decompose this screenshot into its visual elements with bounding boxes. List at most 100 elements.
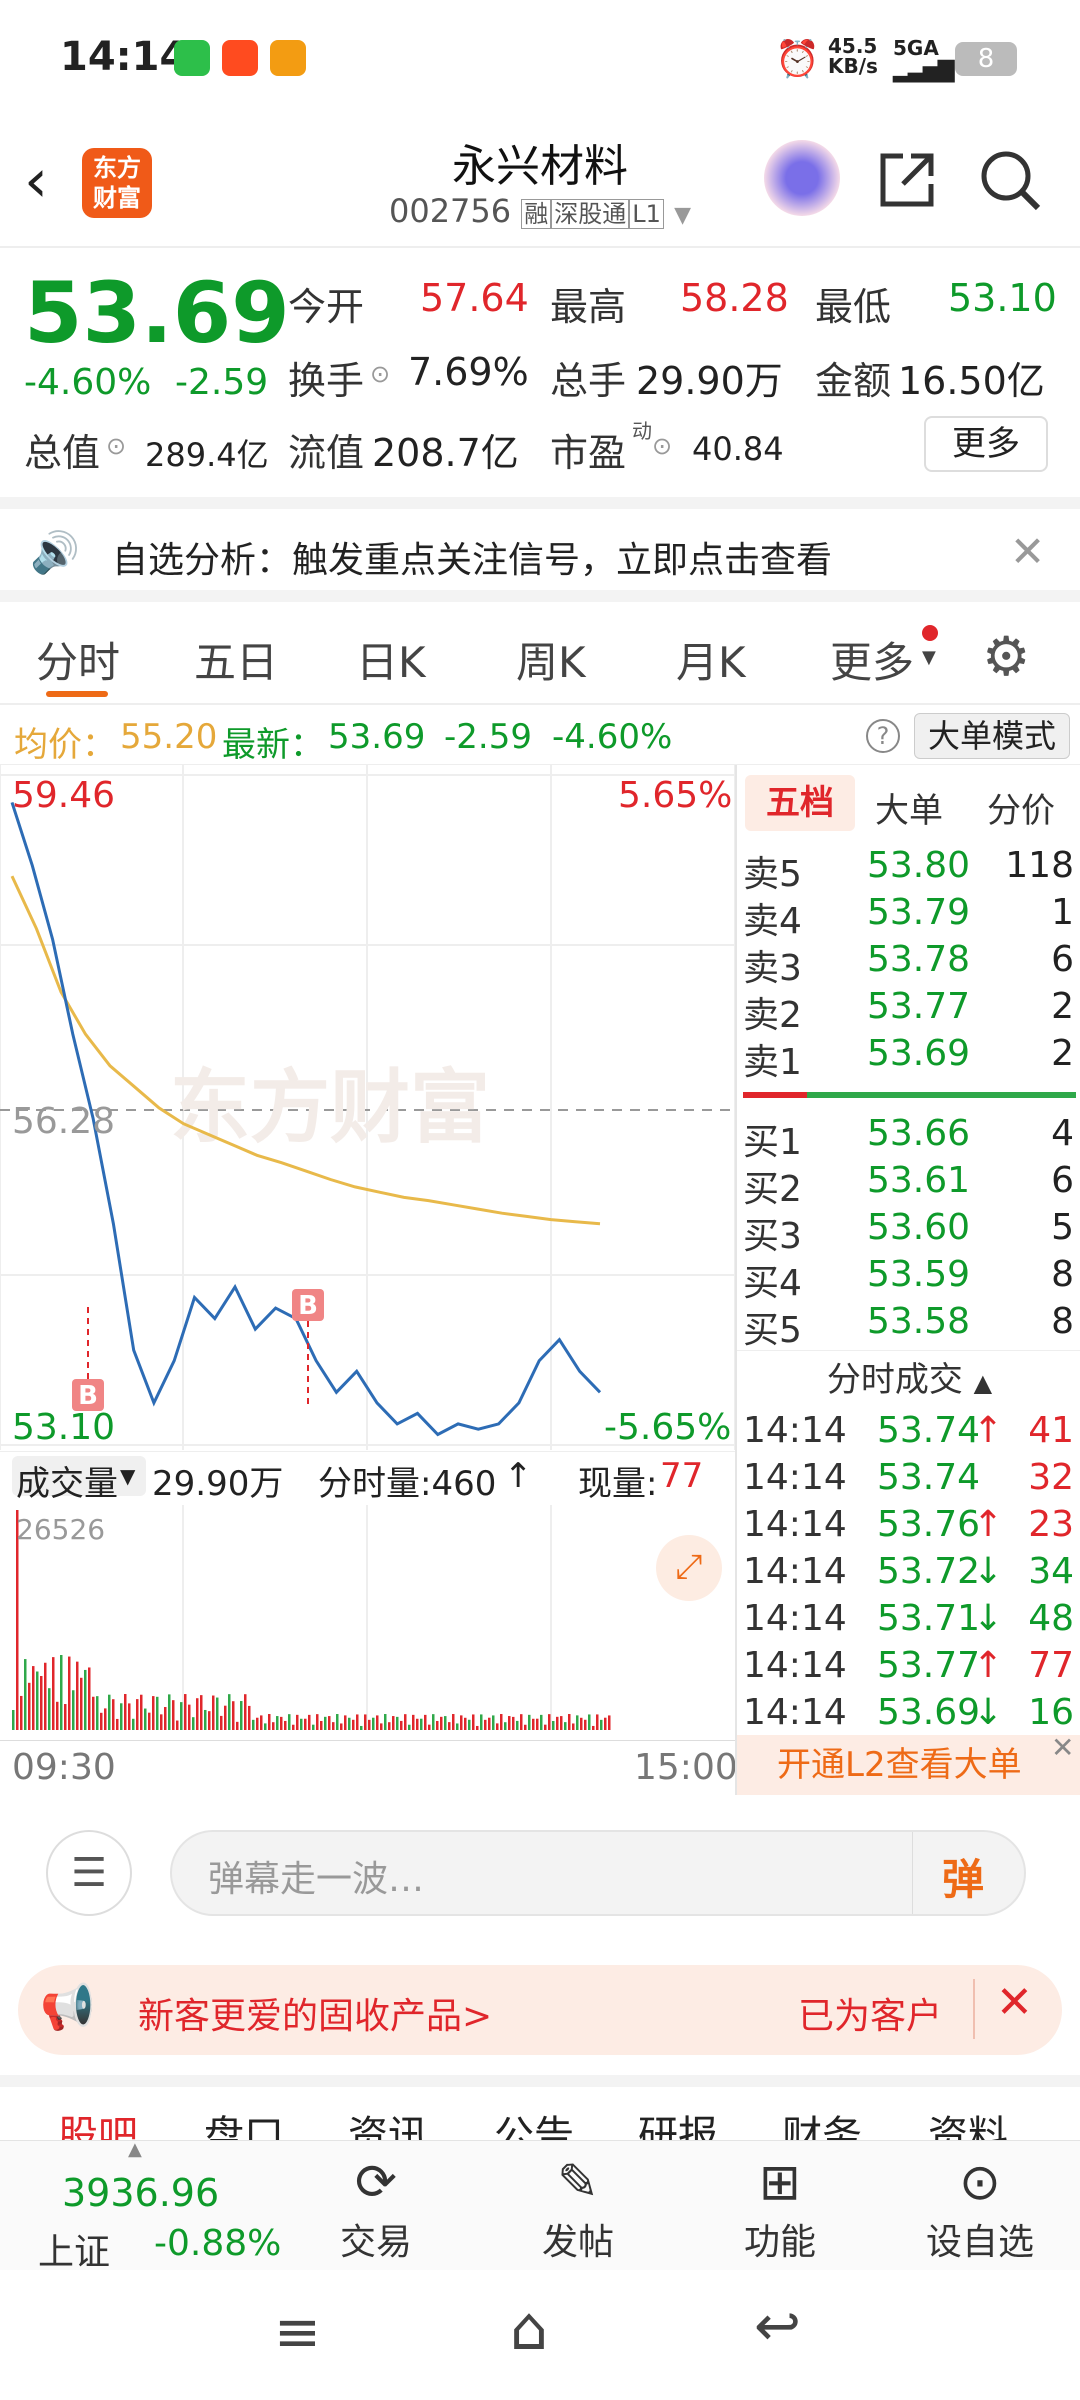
volume-bar — [440, 1716, 443, 1730]
tab-monthly-k[interactable]: 月K — [676, 629, 746, 690]
l2-upsell[interactable]: 开通L2查看大单 — [737, 1735, 1080, 1795]
change-value: -2.59 — [444, 717, 532, 757]
level-price: 53.60 — [867, 1207, 971, 1248]
chevron-down-icon[interactable]: ▼ — [674, 203, 691, 228]
tab-five-day[interactable]: 五日 — [194, 629, 278, 690]
volume-bar — [508, 1716, 511, 1730]
nav-trade[interactable]: ⟳ 交易 — [306, 2151, 446, 2265]
menu-icon[interactable]: ≡ — [274, 2300, 321, 2365]
volume-bar — [564, 1722, 567, 1730]
share-icon[interactable] — [875, 148, 939, 212]
level-volume: 4 — [1051, 1113, 1074, 1154]
volume-bar — [36, 1671, 39, 1730]
trades-title[interactable]: 分时成交 ▲ — [737, 1350, 1080, 1408]
volume-bar — [576, 1715, 579, 1730]
eastmoney-logo[interactable]: 东方 财富 — [82, 148, 152, 218]
level-price: 53.59 — [867, 1254, 971, 1295]
nav-post[interactable]: ✎ 发帖 — [508, 2151, 648, 2265]
nav-functions[interactable]: ⊞ 功能 — [710, 2151, 850, 2265]
level-volume: 2 — [1051, 1033, 1074, 1074]
level-volume: 6 — [1051, 1160, 1074, 1201]
trade-price: 53.72 — [877, 1551, 981, 1592]
turnover-value: 7.69% — [408, 350, 529, 394]
tab-more[interactable]: 更多 — [830, 629, 914, 690]
volume-select[interactable]: 成交量 ▼ — [12, 1456, 146, 1504]
help-icon[interactable]: ? — [866, 719, 900, 753]
more-button[interactable]: 更多 — [924, 416, 1048, 472]
info-icon[interactable]: ⊙ — [370, 360, 390, 388]
expand-icon[interactable]: ⤢ — [656, 1535, 722, 1601]
volume-bar — [276, 1716, 279, 1730]
close-icon[interactable]: ✕ — [1051, 1731, 1074, 1764]
danmu-settings-icon[interactable]: ☰ — [46, 1830, 132, 1916]
volume-bar — [172, 1700, 175, 1730]
tab-forum[interactable]: 股吧 — [58, 2103, 138, 2145]
tab-intraday[interactable]: 分时 — [36, 629, 120, 690]
level-price: 53.77 — [867, 986, 971, 1027]
trade-volume: 32 — [1028, 1457, 1074, 1498]
back-icon[interactable]: ‹ — [24, 146, 48, 216]
y-min-pct-label: -5.65% — [604, 1407, 732, 1448]
trade-arrow: ↓ — [973, 1551, 1004, 1592]
trade-row: 14:14 53.71 ↓ 48 — [737, 1598, 1080, 1646]
ask-row: 卖4 53.79 1 — [737, 892, 1080, 942]
volume-bar — [560, 1716, 563, 1730]
tab-daily-k[interactable]: 日K — [356, 629, 426, 690]
promo-banner[interactable]: 📢 新客更爱的固收产品> 已为客户 ✕ — [18, 1965, 1062, 2055]
volume-bar — [448, 1722, 451, 1730]
promo-right[interactable]: 已为客户 — [798, 1987, 942, 2039]
volume-bar — [336, 1714, 339, 1730]
tab-big-orders[interactable]: 大单 — [875, 783, 943, 832]
settings-gear-icon[interactable]: ⚙ — [982, 625, 1030, 688]
volume-max-label: 26526 — [16, 1513, 106, 1546]
volume-bar — [240, 1701, 243, 1730]
current-volume: 77 — [660, 1456, 704, 1496]
volume-bar — [32, 1666, 35, 1730]
volume-bar — [308, 1714, 311, 1730]
search-icon[interactable] — [978, 148, 1044, 214]
volume-bar — [108, 1694, 111, 1730]
tab-weekly-k[interactable]: 周K — [516, 629, 586, 690]
level-volume: 6 — [1051, 939, 1074, 980]
volume-bar — [208, 1711, 211, 1730]
trade-row: 14:14 53.77 ↑ 77 — [737, 1645, 1080, 1693]
home-icon[interactable]: ⌂ — [510, 2294, 548, 2364]
volume-bar — [248, 1705, 251, 1730]
tab-news[interactable]: 资讯 — [348, 2103, 428, 2145]
volume-bar — [332, 1722, 335, 1730]
bottom-nav: ▲ 3936.96 上证 -0.88% ⟳ 交易 ✎ 发帖 ⊞ 功能 ⊙ 设自选 — [0, 2139, 1080, 2273]
tab-quotes[interactable]: 盘口 — [204, 2103, 284, 2145]
big-order-mode-button[interactable]: 大单模式 — [914, 713, 1070, 759]
info-icon[interactable]: ⊙ — [652, 432, 672, 460]
nav-add-watchlist[interactable]: ⊙ 设自选 — [910, 2151, 1050, 2265]
level-label: 买3 — [743, 1216, 802, 1257]
pe-value: 40.84 — [692, 430, 784, 468]
index-value[interactable]: 3936.96 — [62, 2171, 219, 2215]
back-nav-icon[interactable]: ↩ — [754, 2294, 801, 2359]
volume-bar — [60, 1655, 63, 1730]
tab-profile[interactable]: 资料 — [928, 2103, 1008, 2145]
volume-bar — [520, 1714, 523, 1730]
trade-row: 14:14 53.72 ↓ 34 — [737, 1551, 1080, 1599]
tab-announcements[interactable]: 公告 — [494, 2103, 574, 2145]
clock: 14:14 — [60, 34, 188, 80]
danmu-send-button[interactable]: 弹 — [942, 1846, 984, 1907]
tab-five-levels[interactable]: 五档 — [745, 775, 855, 831]
volume-bar — [536, 1718, 539, 1730]
assistant-avatar-icon[interactable] — [764, 140, 840, 216]
low-value: 53.10 — [948, 276, 1057, 320]
stock-header: ‹ 东方 财富 永兴材料 002756 融深股通 L1 ▼ — [0, 120, 1080, 248]
info-icon[interactable]: ⊙ — [106, 432, 126, 460]
close-icon[interactable]: ✕ — [1010, 527, 1045, 576]
volume-bar — [356, 1714, 359, 1730]
tab-research[interactable]: 研报 — [638, 2103, 718, 2145]
volume-bar — [348, 1717, 351, 1730]
danmu-input[interactable]: 弹幕走一波… 弹 — [170, 1830, 1026, 1916]
mktcap-value: 289.4亿 — [145, 436, 269, 474]
notification-dot — [922, 625, 938, 641]
tab-price-dist[interactable]: 分价 — [987, 783, 1055, 832]
tab-finance[interactable]: 财务 — [782, 2103, 862, 2145]
signal-banner[interactable]: 🔊 自选分析：触发重点关注信号，立即点击查看 ✕ — [0, 497, 1080, 602]
danmu-bar: ☰ 弹幕走一波… 弹 — [0, 1800, 1080, 1940]
close-icon[interactable]: ✕ — [996, 1977, 1033, 2028]
